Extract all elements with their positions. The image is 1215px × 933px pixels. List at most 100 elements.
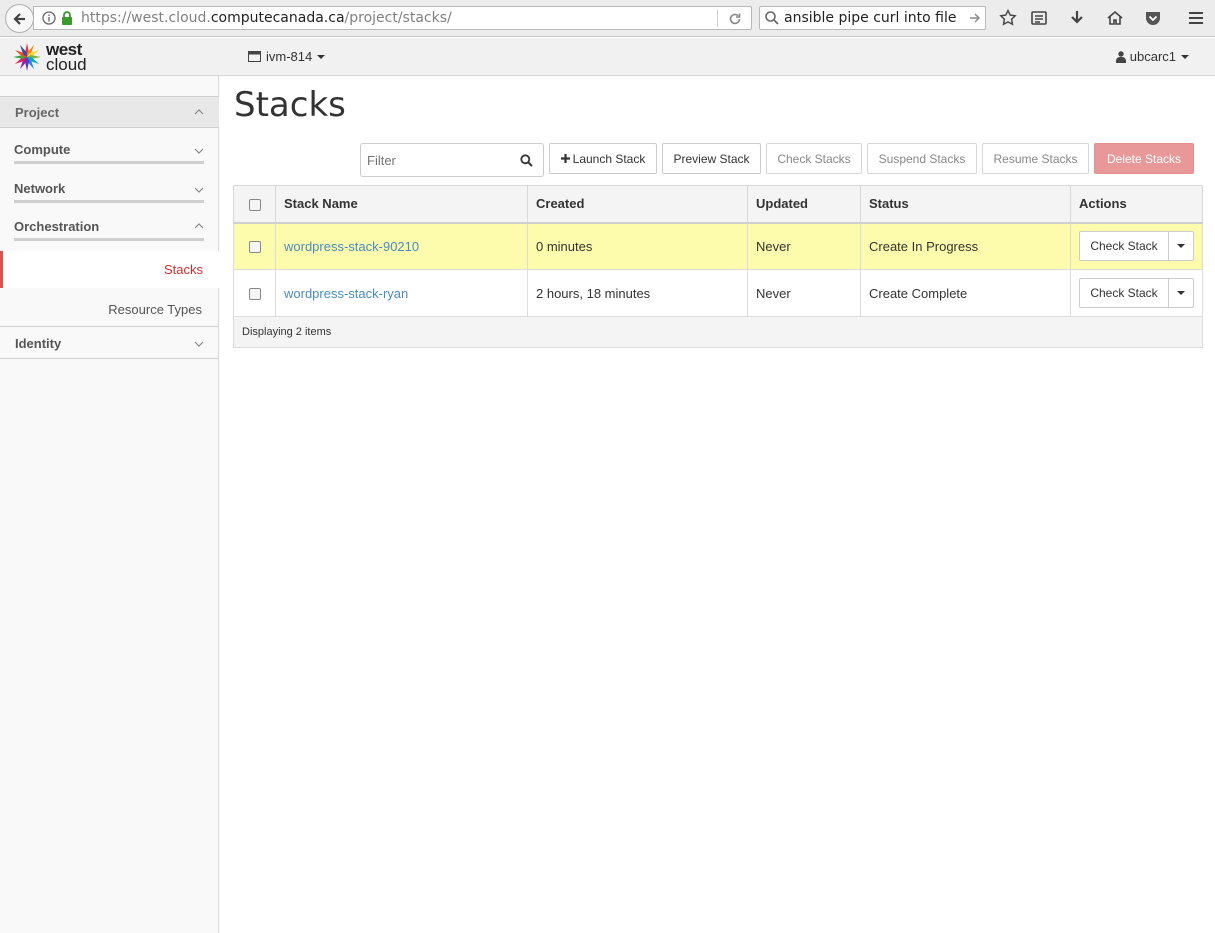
user-icon	[1115, 50, 1126, 63]
resume-stacks-label: Resume Stacks	[993, 151, 1078, 166]
home-icon[interactable]	[1105, 8, 1125, 28]
row-actions-toggle[interactable]	[1168, 231, 1194, 262]
select-all-checkbox[interactable]	[248, 198, 261, 211]
created-cell: 2 hours, 18 minutes	[527, 269, 748, 317]
user-name: ubcarc1	[1129, 49, 1176, 64]
bookmark-star-icon[interactable]	[998, 8, 1018, 28]
sidebar-item-stacks[interactable]: Stacks	[0, 251, 219, 288]
sidebar-project-label: Project	[15, 105, 60, 120]
column-header-actions: Actions	[1070, 185, 1203, 224]
suspend-stacks-button[interactable]: Suspend Stacks	[867, 143, 977, 174]
suspend-stacks-label: Suspend Stacks	[878, 151, 966, 166]
launch-stack-label: Launch Stack	[572, 151, 646, 166]
menu-icon[interactable]	[1186, 8, 1206, 28]
sidebar-compute-label: Compute	[14, 142, 71, 157]
chevron-down-icon	[194, 148, 204, 154]
table-row: wordpress-stack-90210 0 minutes Never Cr…	[233, 222, 1203, 270]
search-icon[interactable]	[520, 154, 533, 167]
check-stack-button[interactable]: Check Stack	[1079, 278, 1169, 308]
stack-name-cell: wordpress-stack-ryan	[275, 269, 528, 317]
browser-toolbar: https://west.cloud.computecanada.ca/proj…	[0, 0, 1215, 37]
check-stack-button[interactable]: Check Stack	[1079, 231, 1169, 262]
stack-name-cell: wordpress-stack-90210	[275, 222, 528, 270]
delete-stacks-button[interactable]: Delete Stacks	[1094, 143, 1194, 174]
row-checkbox[interactable]	[248, 241, 261, 254]
check-stacks-label: Check Stacks	[777, 151, 851, 166]
row-action-group: Check Stack	[1079, 231, 1194, 262]
sidebar-identity-label: Identity	[15, 336, 62, 351]
download-icon[interactable]	[1067, 8, 1087, 28]
filter-input[interactable]	[361, 144, 511, 176]
actions-cell: Check Stack	[1070, 269, 1203, 317]
info-icon[interactable]	[42, 11, 56, 25]
status-cell: Create Complete	[860, 269, 1071, 317]
logo-text: west cloud	[46, 41, 87, 74]
filter-field[interactable]	[360, 143, 544, 177]
search-query: ansible pipe curl into file	[784, 10, 957, 26]
caret-down-icon	[1177, 291, 1185, 295]
url-text: https://west.cloud.computecanada.ca/proj…	[81, 10, 452, 26]
westcloud-logo[interactable]: west cloud	[12, 40, 87, 74]
sidebar: Project Compute Network Orchestration St…	[0, 76, 219, 933]
row-checkbox[interactable]	[248, 288, 261, 301]
updated-cell: Never	[747, 269, 861, 317]
chevron-up-icon	[194, 109, 204, 115]
check-stacks-button[interactable]: Check Stacks	[766, 143, 862, 174]
table-header-row: Stack Name Created Updated Status Action…	[233, 185, 1203, 224]
sidebar-stacks-label: Stacks	[163, 262, 203, 277]
sidebar-project[interactable]: Project	[0, 96, 219, 128]
reading-list-icon[interactable]	[1029, 8, 1049, 28]
row-actions-toggle[interactable]	[1168, 278, 1194, 308]
search-icon	[765, 11, 779, 25]
user-dropdown[interactable]: ubcarc1	[1115, 49, 1189, 64]
sidebar-identity[interactable]: Identity	[0, 327, 219, 359]
url-divider	[717, 10, 718, 27]
caret-down-icon	[317, 54, 326, 59]
caret-down-icon	[1181, 54, 1189, 59]
logo-star-icon	[13, 43, 41, 71]
sidebar-orchestration-label: Orchestration	[14, 219, 100, 234]
sidebar-network-label: Network	[14, 181, 66, 196]
url-bar[interactable]: https://west.cloud.computecanada.ca/proj…	[33, 6, 752, 30]
created-cell: 0 minutes	[527, 222, 748, 270]
column-header-stack-name[interactable]: Stack Name	[275, 185, 528, 224]
resume-stacks-button[interactable]: Resume Stacks	[982, 143, 1089, 174]
sidebar-compute[interactable]: Compute	[14, 138, 204, 164]
column-header-created[interactable]: Created	[527, 185, 748, 224]
chevron-down-icon	[194, 341, 204, 347]
table-row: wordpress-stack-ryan 2 hours, 18 minutes…	[233, 269, 1203, 317]
plus-icon	[560, 154, 570, 163]
column-header-updated[interactable]: Updated	[747, 185, 861, 224]
select-all-cell	[233, 185, 276, 224]
preview-stack-label: Preview Stack	[673, 151, 750, 166]
stack-name-link[interactable]: wordpress-stack-ryan	[284, 286, 408, 301]
caret-down-icon	[1177, 244, 1185, 249]
table-footer-row: Displaying 2 items	[233, 316, 1203, 348]
back-arrow-icon	[12, 12, 25, 25]
stacks-table: Stack Name Created Updated Status Action…	[233, 185, 1203, 348]
pocket-icon[interactable]	[1143, 8, 1163, 28]
row-checkbox-cell	[233, 222, 276, 270]
reload-icon[interactable]	[727, 11, 743, 27]
project-dropdown[interactable]: ivm-814	[248, 49, 326, 64]
sidebar-orchestration[interactable]: Orchestration	[14, 215, 204, 241]
back-button[interactable]	[5, 4, 34, 33]
row-action-group: Check Stack	[1079, 278, 1194, 308]
status-cell: Create In Progress	[860, 222, 1071, 270]
row-checkbox-cell	[233, 269, 276, 317]
column-header-status[interactable]: Status	[860, 185, 1071, 224]
app-header: west cloud ivm-814 ubcarc1	[0, 38, 1215, 76]
sidebar-network[interactable]: Network	[14, 177, 204, 203]
go-arrow-icon[interactable]	[969, 12, 981, 24]
stack-name-link[interactable]: wordpress-stack-90210	[284, 239, 419, 254]
chevron-down-icon	[194, 187, 204, 193]
project-name: ivm-814	[266, 49, 313, 64]
item-count: Displaying 2 items	[233, 316, 1203, 348]
launch-stack-button[interactable]: Launch Stack	[549, 143, 657, 174]
sidebar-item-resource-types[interactable]: Resource Types	[108, 302, 202, 317]
preview-stack-button[interactable]: Preview Stack	[662, 143, 761, 174]
search-bar[interactable]: ansible pipe curl into file	[759, 6, 986, 30]
delete-stacks-label: Delete Stacks	[1106, 151, 1182, 166]
updated-cell: Never	[747, 222, 861, 270]
logo-line2: cloud	[46, 55, 87, 74]
